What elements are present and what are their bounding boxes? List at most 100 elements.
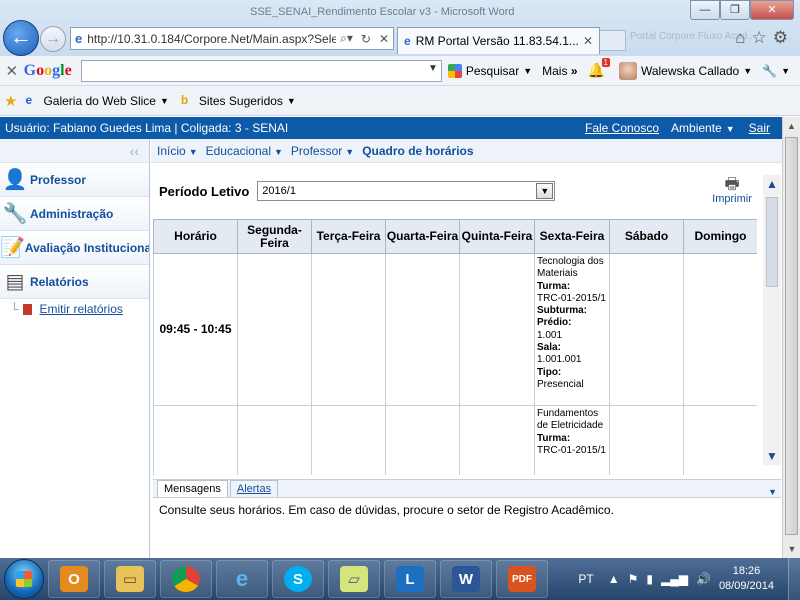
class-cell[interactable]: Tecnologia dos Materiais Turma: TRC-01-2… (534, 253, 610, 406)
tray-expand-icon[interactable]: ▲ (608, 572, 620, 586)
more-button[interactable]: Mais » (542, 64, 577, 78)
chevron-down-icon[interactable]: ▼ (428, 63, 438, 74)
taskbar-notes[interactable]: ▱ (328, 560, 380, 598)
taskbar-ie[interactable]: e (216, 560, 268, 598)
collapse-sidebar-icon[interactable]: ‹‹ (0, 139, 149, 163)
col-header: Domingo (683, 219, 757, 254)
breadcrumb-educacional[interactable]: Educacional ▼ (206, 144, 283, 158)
chrome-icon (172, 566, 200, 592)
tab-alertas[interactable]: Alertas (229, 480, 279, 497)
skype-icon: S (284, 566, 312, 592)
schedule-table: Horário Segunda-Feira Terça-Feira Quarta… (153, 219, 757, 475)
taskbar-word[interactable]: W (440, 560, 492, 598)
scroll-up-icon[interactable]: ▲ (783, 117, 800, 135)
volume-icon[interactable]: 🔊 (696, 572, 711, 586)
col-header: Sábado (609, 219, 684, 254)
window-title: SSE_SENAI_Rendimento Escolar v3 - Micros… (250, 6, 515, 18)
sidebar-item-relatorios[interactable]: ▤ Relatórios (0, 265, 149, 299)
scroll-down-icon[interactable]: ▼ (763, 447, 781, 465)
chevron-down-icon[interactable]: ▼ (768, 487, 777, 497)
table-row: 09:45 - 10:45 Tecnologia dos Materiais T… (153, 253, 757, 406)
back-button[interactable]: ← (3, 20, 39, 56)
environment-menu[interactable]: Ambiente ▼ (671, 121, 735, 135)
schedule-cell (385, 253, 460, 406)
fav-item-sites-sugeridos[interactable]: b Sites Sugeridos ▼ (181, 93, 296, 108)
start-button[interactable] (4, 559, 44, 599)
schedule-scrollbar[interactable]: ▲ ▼ (763, 175, 781, 465)
network-icon[interactable]: ▂▄▆ (661, 572, 688, 586)
taskbar-skype[interactable]: S (272, 560, 324, 598)
edit-document-icon: 📝 (0, 237, 25, 259)
taskbar-chrome[interactable] (160, 560, 212, 598)
system-tray: PT ▲ ⚑ ▮ ▂▄▆ 🔊 18:26 08/09/2014 (578, 558, 800, 600)
google-logo: Google (23, 61, 72, 79)
notifications-button[interactable]: 🔔 1 (588, 58, 610, 79)
browser-tab-active[interactable]: e RM Portal Versão 11.83.54.1... ✕ (397, 27, 600, 54)
fav-item-web-slice[interactable]: e Galeria do Web Slice ▼ (25, 93, 168, 108)
breadcrumb-inicio[interactable]: Início ▼ (157, 144, 198, 158)
scroll-down-icon[interactable]: ▼ (783, 540, 800, 558)
class-subject: Fundamentos de Eletricidade (537, 408, 604, 432)
user-account-button[interactable]: Walewska Callado ▼ (618, 61, 752, 80)
scroll-thumb[interactable] (766, 197, 778, 287)
browser-title-bar: SSE_SENAI_Rendimento Escolar v3 - Micros… (0, 0, 800, 56)
contact-link[interactable]: Fale Conosco (585, 121, 659, 135)
restore-button[interactable]: ❐ (720, 0, 750, 20)
outlook-icon: O (60, 566, 88, 592)
period-label: Período Letivo (159, 183, 250, 199)
breadcrumb-professor[interactable]: Professor ▼ (291, 144, 354, 158)
stop-icon[interactable]: ✕ (379, 32, 389, 46)
address-url[interactable]: http://10.31.0.184/Corpore.Net/Main.aspx… (87, 32, 336, 46)
page-scrollbar[interactable]: ▲ ▼ (782, 117, 800, 558)
favorites-star-icon[interactable]: ☆ (752, 28, 773, 47)
sidebar-subitem-emitir-relatorios[interactable]: └ Emitir relatórios (0, 299, 149, 319)
schedule-cell (385, 405, 460, 475)
class-cell[interactable]: Fundamentos de Eletricidade Turma: TRC-0… (534, 405, 610, 475)
favorites-bar: ★ e Galeria do Web Slice ▼ b Sites Sugerido… (0, 86, 800, 116)
scroll-up-icon[interactable]: ▲ (763, 175, 781, 193)
show-desktop-button[interactable] (788, 558, 800, 600)
wrench-icon[interactable]: 🔧 ▼ (762, 64, 790, 78)
print-button[interactable]: 🖶 Imprimir (707, 177, 757, 206)
google-search-button[interactable]: Pesquisar ▼ (447, 63, 532, 78)
word-icon: W (452, 566, 480, 592)
new-tab-button[interactable] (600, 30, 626, 51)
sidebar-item-avaliacao[interactable]: 📝 Avaliação Institucional (0, 231, 149, 265)
scroll-thumb[interactable] (785, 137, 798, 535)
clock[interactable]: 18:26 08/09/2014 (719, 564, 774, 594)
google-search-input[interactable]: ▼ (80, 59, 442, 82)
taskbar-explorer[interactable]: ▭ (104, 560, 156, 598)
schedule-cell (237, 253, 312, 406)
search-icon[interactable]: ⌕▾ (340, 31, 353, 46)
col-header: Quarta-Feira (385, 219, 460, 254)
taskbar-lync[interactable]: L (384, 560, 436, 598)
tab-mensagens[interactable]: Mensagens (157, 480, 228, 497)
logout-link[interactable]: Sair (749, 121, 770, 135)
forward-button[interactable]: → (40, 26, 66, 52)
home-icon[interactable]: ⌂ (735, 28, 751, 47)
favorites-star-icon[interactable]: ★ (4, 92, 17, 110)
col-header: Horário (153, 219, 238, 254)
turma-label: Turma: (537, 432, 571, 444)
minimize-button[interactable]: — (690, 0, 720, 20)
ie-tool-icons: ⌂☆⚙ (735, 28, 794, 48)
flag-icon[interactable]: ⚑ (628, 572, 639, 586)
close-button[interactable]: ✕ (750, 0, 794, 20)
emitir-relatorios-link[interactable]: Emitir relatórios (40, 302, 123, 316)
language-indicator[interactable]: PT (578, 572, 593, 586)
taskbar-pdf[interactable]: PDF (496, 560, 548, 598)
sidebar-item-professor[interactable]: 👤 Professor (0, 163, 149, 197)
close-toolbar-icon[interactable]: ✕ (0, 62, 24, 80)
sidebar-item-administracao[interactable]: 🔧 Administração (0, 197, 149, 231)
battery-icon[interactable]: ▮ (646, 572, 653, 586)
period-select[interactable]: 2016/1 ▼ (257, 181, 556, 201)
taskbar-outlook[interactable]: O (48, 560, 100, 598)
address-bar[interactable]: e http://10.31.0.184/Corpore.Net/Main.as… (70, 27, 394, 50)
wrench-icon: 🔧 (2, 203, 28, 225)
refresh-icon[interactable]: ↻ (361, 32, 371, 46)
schedule-cell (609, 405, 684, 475)
tab-close-icon[interactable]: ✕ (583, 34, 593, 48)
schedule-cell (311, 253, 386, 406)
chevron-down-icon[interactable]: ▼ (536, 183, 554, 199)
gear-icon[interactable]: ⚙ (773, 28, 794, 47)
